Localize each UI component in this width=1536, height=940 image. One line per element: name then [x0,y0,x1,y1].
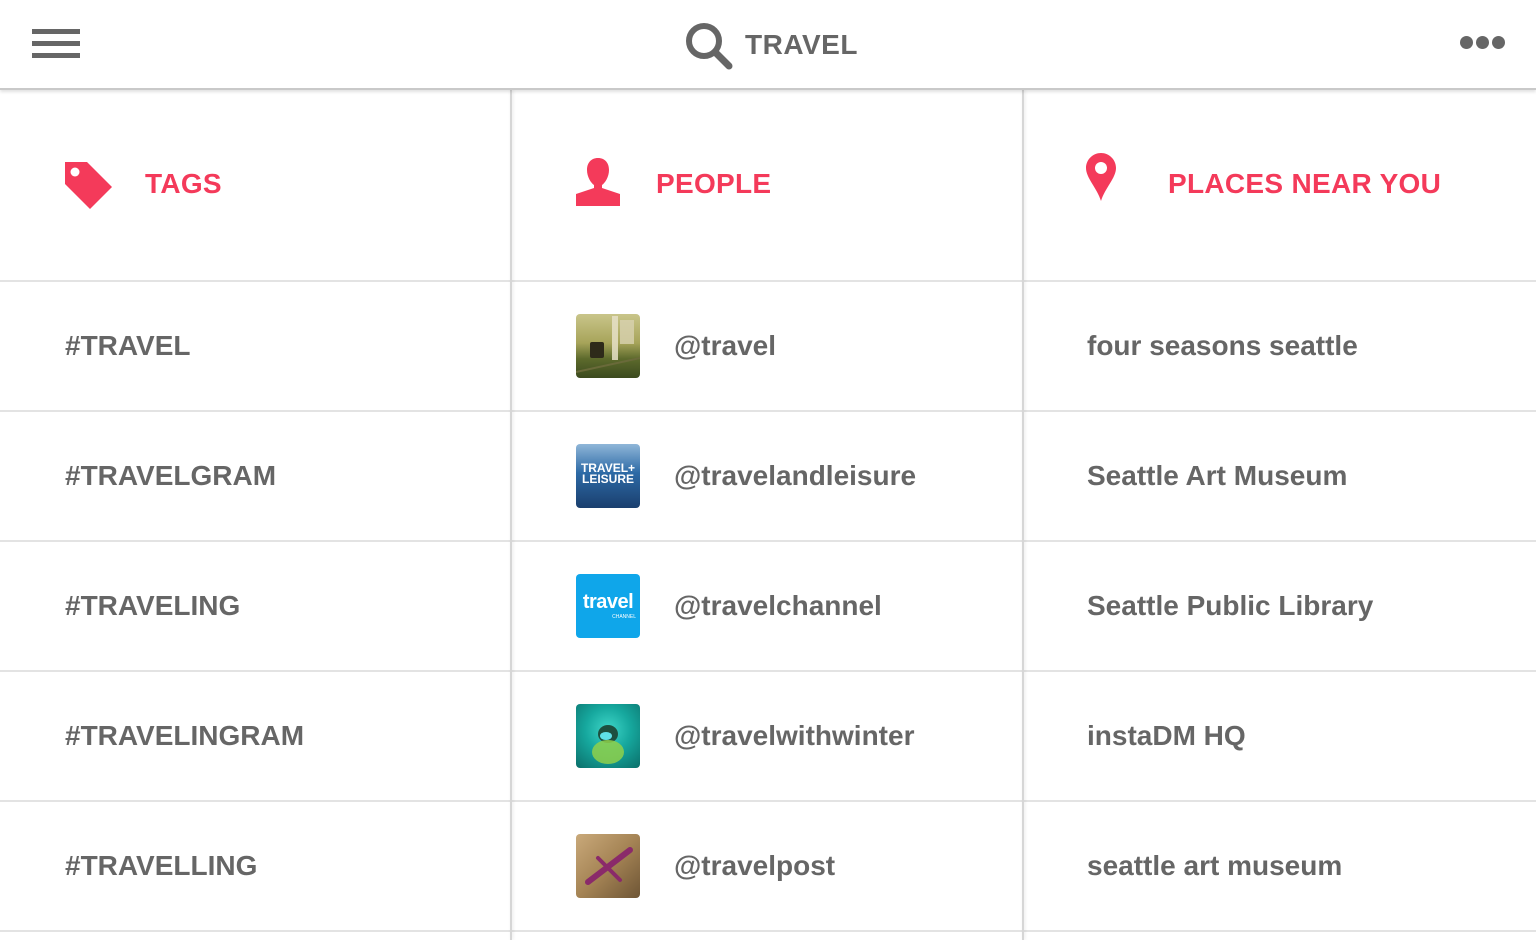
person-handle: @travelwithwinter [674,720,915,751]
column-divider [1022,90,1024,940]
place-name: Seattle Art Museum [1087,460,1348,491]
tag-row[interactable]: #TRAVELING [0,542,511,672]
person-handle: @travel [674,330,777,361]
top-bar: TRAVEL [0,0,1536,90]
person-row[interactable]: @travelwithwinter [512,672,1023,802]
tag-row[interactable]: #TRAVELGRAM [0,412,511,542]
people-header[interactable]: PEOPLE [512,90,1023,282]
tag-label: #TRAVELINGRAM [65,720,305,751]
airplane-photo-avatar [576,834,640,898]
person-row[interactable]: travel CHANNEL @travelchannel [512,542,1023,672]
more-options-icon[interactable] [1458,36,1506,52]
travel-channel-logo: travel CHANNEL [576,574,640,638]
person-row[interactable]: TRAVEL+ LEISURE @travelandleisure [512,412,1023,542]
tag-icon [65,162,112,209]
photo-avatar [576,314,640,378]
location-pin-icon [1086,153,1116,201]
place-name: Seattle Public Library [1087,590,1374,621]
tag-row[interactable]: #TRAVELLING [0,802,511,932]
tag-label: #TRAVEL [65,330,191,361]
search-field[interactable]: TRAVEL [683,20,858,70]
person-row[interactable]: @travelpost [512,802,1023,932]
place-row[interactable]: Seattle Art Museum [1024,412,1536,542]
search-query: TRAVEL [745,29,858,60]
tag-label: #TRAVELGRAM [65,460,277,491]
people-title: PEOPLE [656,168,772,199]
travel-channel-logo-text: travel [582,591,634,613]
travel-leisure-logo-text: TRAVEL+ LEISURE [580,461,636,486]
place-row[interactable]: Seattle Public Library [1024,542,1536,672]
person-handle: @travelpost [674,850,836,881]
column-divider [510,90,512,940]
place-name: four seasons seattle [1087,330,1358,361]
tag-row[interactable]: #TRAVEL [0,282,511,412]
tag-row[interactable]: #TRAVELINGRAM [0,672,511,802]
underwater-photo-avatar [576,704,640,768]
travel-channel-logo-subtext: CHANNEL [612,614,636,620]
tag-label: #TRAVELING [65,590,241,621]
person-handle: @travelandleisure [674,460,917,491]
places-column: PLACES NEAR YOU four seasons seattle Sea… [1024,90,1536,940]
tag-label: #TRAVELLING [65,850,258,881]
person-handle: @travelchannel [674,590,882,621]
places-title: PLACES NEAR YOU [1168,168,1442,199]
person-row[interactable]: @travel [512,282,1023,412]
tags-title: TAGS [145,168,222,199]
tags-header[interactable]: TAGS [0,90,511,282]
person-icon [576,158,620,206]
places-header[interactable]: PLACES NEAR YOU [1024,90,1536,282]
place-row[interactable]: seattle art museum [1024,802,1536,932]
hamburger-menu-icon[interactable] [32,29,80,59]
place-name: instaDM HQ [1087,720,1246,751]
tags-column: TAGS #TRAVEL #TRAVELGRAM #TRAVELING #TRA… [0,90,511,940]
place-name: seattle art museum [1087,850,1343,881]
place-row[interactable]: four seasons seattle [1024,282,1536,412]
search-icon [686,23,733,70]
travel-leisure-logo: TRAVEL+ LEISURE [576,444,640,508]
people-column: PEOPLE @travel TRAVEL+ LEISURE @travelan… [512,90,1023,940]
place-row[interactable]: instaDM HQ [1024,672,1536,802]
